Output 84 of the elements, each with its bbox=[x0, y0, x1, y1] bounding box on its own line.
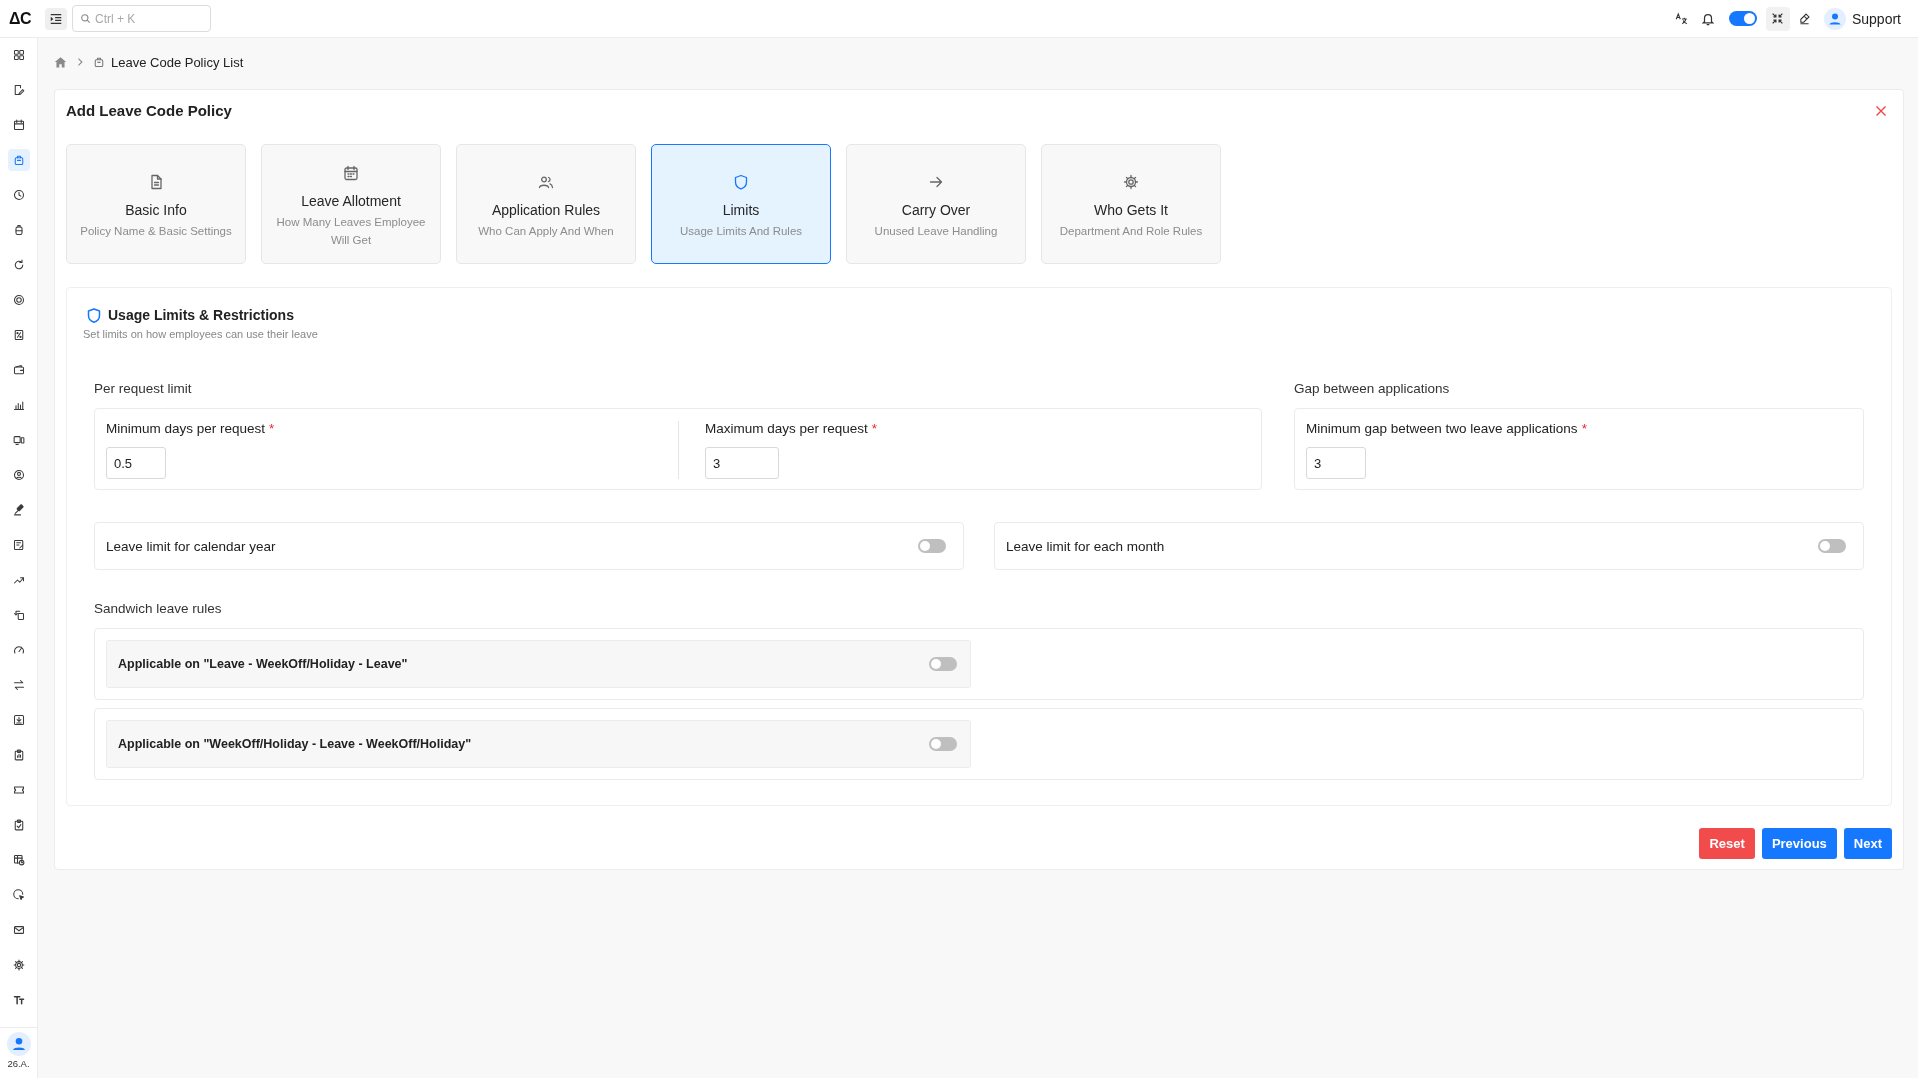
document-icon bbox=[148, 174, 164, 190]
arrows-inward-icon bbox=[1771, 12, 1785, 25]
table-clock-icon bbox=[12, 854, 25, 866]
wallet-icon bbox=[12, 364, 25, 376]
text-size-icon bbox=[12, 994, 25, 1006]
swap-arrows-icon bbox=[12, 679, 25, 691]
marker-icon bbox=[12, 504, 25, 516]
action-button[interactable]: Next bbox=[1843, 828, 1892, 859]
shield-icon bbox=[733, 174, 749, 190]
group-label: Sandwich leave rules bbox=[94, 601, 223, 617]
arrow-right-icon bbox=[928, 174, 944, 190]
action-button[interactable]: Reset bbox=[1699, 828, 1755, 859]
devices-icon bbox=[12, 434, 25, 446]
group-label: Gap between applications bbox=[1293, 381, 1450, 397]
bar-chart-icon bbox=[12, 399, 25, 411]
bell-icon[interactable] bbox=[1700, 11, 1715, 26]
card-swap-icon bbox=[12, 609, 25, 621]
section-title: Usage Limits & Restrictions bbox=[108, 306, 294, 324]
close-icon[interactable] bbox=[1875, 105, 1887, 117]
toggle-switch[interactable] bbox=[918, 539, 946, 553]
step-tab[interactable]: Application Rules Who Can Apply And When bbox=[456, 144, 636, 264]
step-tab[interactable]: Carry Over Unused Leave Handling bbox=[846, 144, 1026, 264]
user-name[interactable]: Support bbox=[1851, 10, 1901, 27]
calendar-icon bbox=[12, 119, 25, 131]
toggle-label: Leave limit for calendar year bbox=[106, 538, 276, 554]
logo: ΔC bbox=[9, 9, 33, 28]
clipboard-chart-icon bbox=[12, 749, 25, 761]
field-label: Minimum days per request * bbox=[106, 421, 275, 437]
action-button[interactable]: Previous bbox=[1761, 828, 1837, 859]
rule-label: Applicable on "Leave - WeekOff/Holiday - Leave" bbox=[118, 657, 408, 671]
gear-icon bbox=[12, 959, 25, 971]
edit-note-icon bbox=[12, 539, 25, 551]
toggle-switch[interactable] bbox=[929, 737, 957, 751]
menu-icon bbox=[49, 11, 63, 26]
clipboard-check-icon bbox=[12, 819, 25, 831]
field-label: Minimum gap between two leave applications * bbox=[1305, 421, 1587, 437]
download-box-icon bbox=[12, 714, 25, 726]
percent-document-icon bbox=[12, 329, 25, 341]
menu-button[interactable] bbox=[45, 7, 67, 30]
exit-fullscreen-button[interactable] bbox=[1765, 6, 1790, 31]
number-field[interactable]: 3 bbox=[1305, 447, 1366, 479]
toggle-switch[interactable] bbox=[1818, 539, 1846, 553]
pencil-icon[interactable] bbox=[1797, 12, 1811, 25]
step-tab[interactable]: Who Gets It Department And Role Rules bbox=[1041, 144, 1221, 264]
group-label: Per request limit bbox=[94, 381, 192, 397]
note-edit-icon bbox=[12, 84, 25, 96]
field-label: Maximum days per request * bbox=[705, 421, 878, 437]
gear-icon bbox=[1123, 174, 1139, 190]
people-icon bbox=[538, 174, 554, 190]
number-field[interactable]: 3 bbox=[705, 447, 779, 479]
breadcrumb-current: Leave Code Policy List bbox=[111, 54, 244, 70]
step-tab[interactable]: Basic Info Policy Name & Basic Settings bbox=[66, 144, 246, 264]
search-icon bbox=[80, 13, 91, 24]
toggle-switch[interactable] bbox=[1728, 11, 1757, 26]
concentric-circles-icon bbox=[12, 294, 25, 306]
chevron-right-icon bbox=[75, 57, 85, 67]
calendar-icon bbox=[343, 165, 359, 181]
number-field[interactable]: 0.5 bbox=[106, 447, 166, 479]
cursor-target-icon bbox=[12, 889, 25, 901]
ticket-icon bbox=[12, 784, 25, 796]
user-label: 26.A. bbox=[7, 1058, 30, 1070]
home-icon[interactable] bbox=[54, 55, 67, 69]
luggage-icon bbox=[12, 224, 25, 236]
gauge-icon bbox=[12, 644, 25, 656]
step-tab[interactable]: Limits Usage Limits And Rules bbox=[651, 144, 831, 264]
suitcase-icon bbox=[93, 56, 105, 68]
clock-icon bbox=[12, 189, 25, 201]
section-subtitle: Set limits on how employees can use their leave bbox=[83, 328, 319, 341]
user-avatar-icon[interactable] bbox=[1823, 7, 1846, 30]
step-tab[interactable]: Leave Allotment How Many Leaves Employee Will Get bbox=[261, 144, 441, 264]
user-circle-icon bbox=[12, 469, 25, 481]
grid-icon bbox=[12, 49, 25, 61]
trending-up-icon bbox=[12, 574, 25, 586]
toggle-switch[interactable] bbox=[929, 657, 957, 671]
translate-icon[interactable] bbox=[1674, 12, 1688, 25]
rule-label: Applicable on "WeekOff/Holiday - Leave - WeekOff/Holiday" bbox=[118, 737, 472, 751]
form-title: Add Leave Code Policy bbox=[66, 101, 232, 121]
user-avatar-icon[interactable] bbox=[6, 1032, 31, 1056]
suitcase-icon bbox=[12, 154, 25, 166]
refresh-icon bbox=[12, 259, 25, 271]
shield-icon bbox=[86, 306, 102, 324]
search-field[interactable]: Ctrl + K bbox=[72, 5, 211, 32]
toggle-label: Leave limit for each month bbox=[1006, 538, 1165, 554]
mail-icon bbox=[12, 924, 25, 936]
